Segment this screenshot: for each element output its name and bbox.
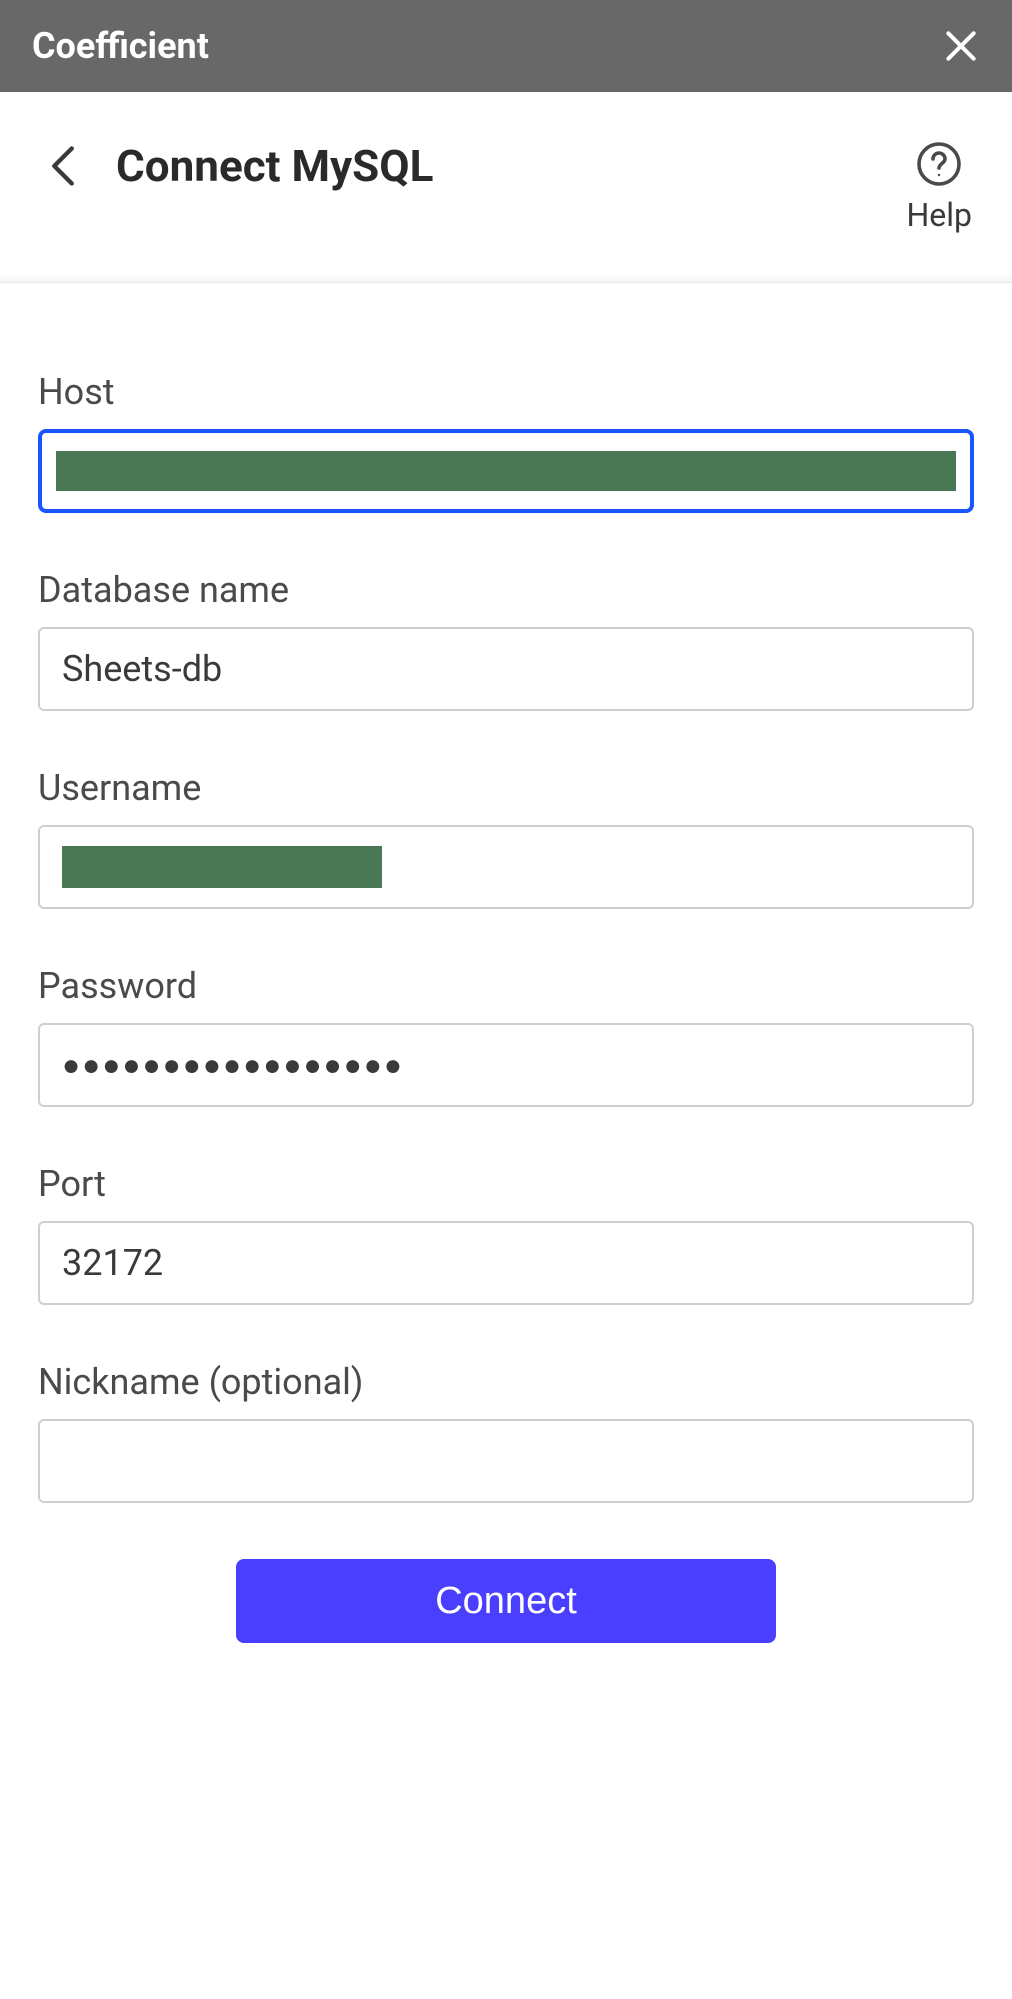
username-label: Username [38,767,974,809]
port-input[interactable] [38,1221,974,1305]
nickname-input[interactable] [38,1419,974,1503]
help-icon [915,140,963,188]
port-label: Port [38,1163,974,1205]
database-name-input[interactable] [38,627,974,711]
port-field-group: Port [38,1163,974,1305]
connect-button[interactable]: Connect [236,1559,776,1643]
nickname-field-group: Nickname (optional) [38,1361,974,1503]
connection-form: Host Database name Username Password ●●●… [0,283,1012,1643]
host-value-redacted [56,451,956,491]
help-label: Help [906,196,972,234]
password-value-masked: ●●●●●●●●●●●●●●●●● [62,1048,404,1083]
host-field-group: Host [38,371,974,513]
password-field-group: Password ●●●●●●●●●●●●●●●●● [38,965,974,1107]
username-input[interactable] [38,825,974,909]
host-label: Host [38,371,974,413]
username-value-redacted [62,846,382,888]
host-input[interactable] [38,429,974,513]
database-name-field-group: Database name [38,569,974,711]
app-title: Coefficient [32,25,209,67]
header-left: Connect MySQL [50,140,433,192]
close-icon[interactable] [942,27,980,65]
password-label: Password [38,965,974,1007]
page-title: Connect MySQL [116,140,433,192]
database-name-label: Database name [38,569,974,611]
back-icon[interactable] [50,145,76,187]
nickname-label: Nickname (optional) [38,1361,974,1403]
password-input[interactable]: ●●●●●●●●●●●●●●●●● [38,1023,974,1107]
titlebar: Coefficient [0,0,1012,92]
page-header: Connect MySQL Help [0,92,1012,283]
help-button[interactable]: Help [906,140,972,234]
username-field-group: Username [38,767,974,909]
